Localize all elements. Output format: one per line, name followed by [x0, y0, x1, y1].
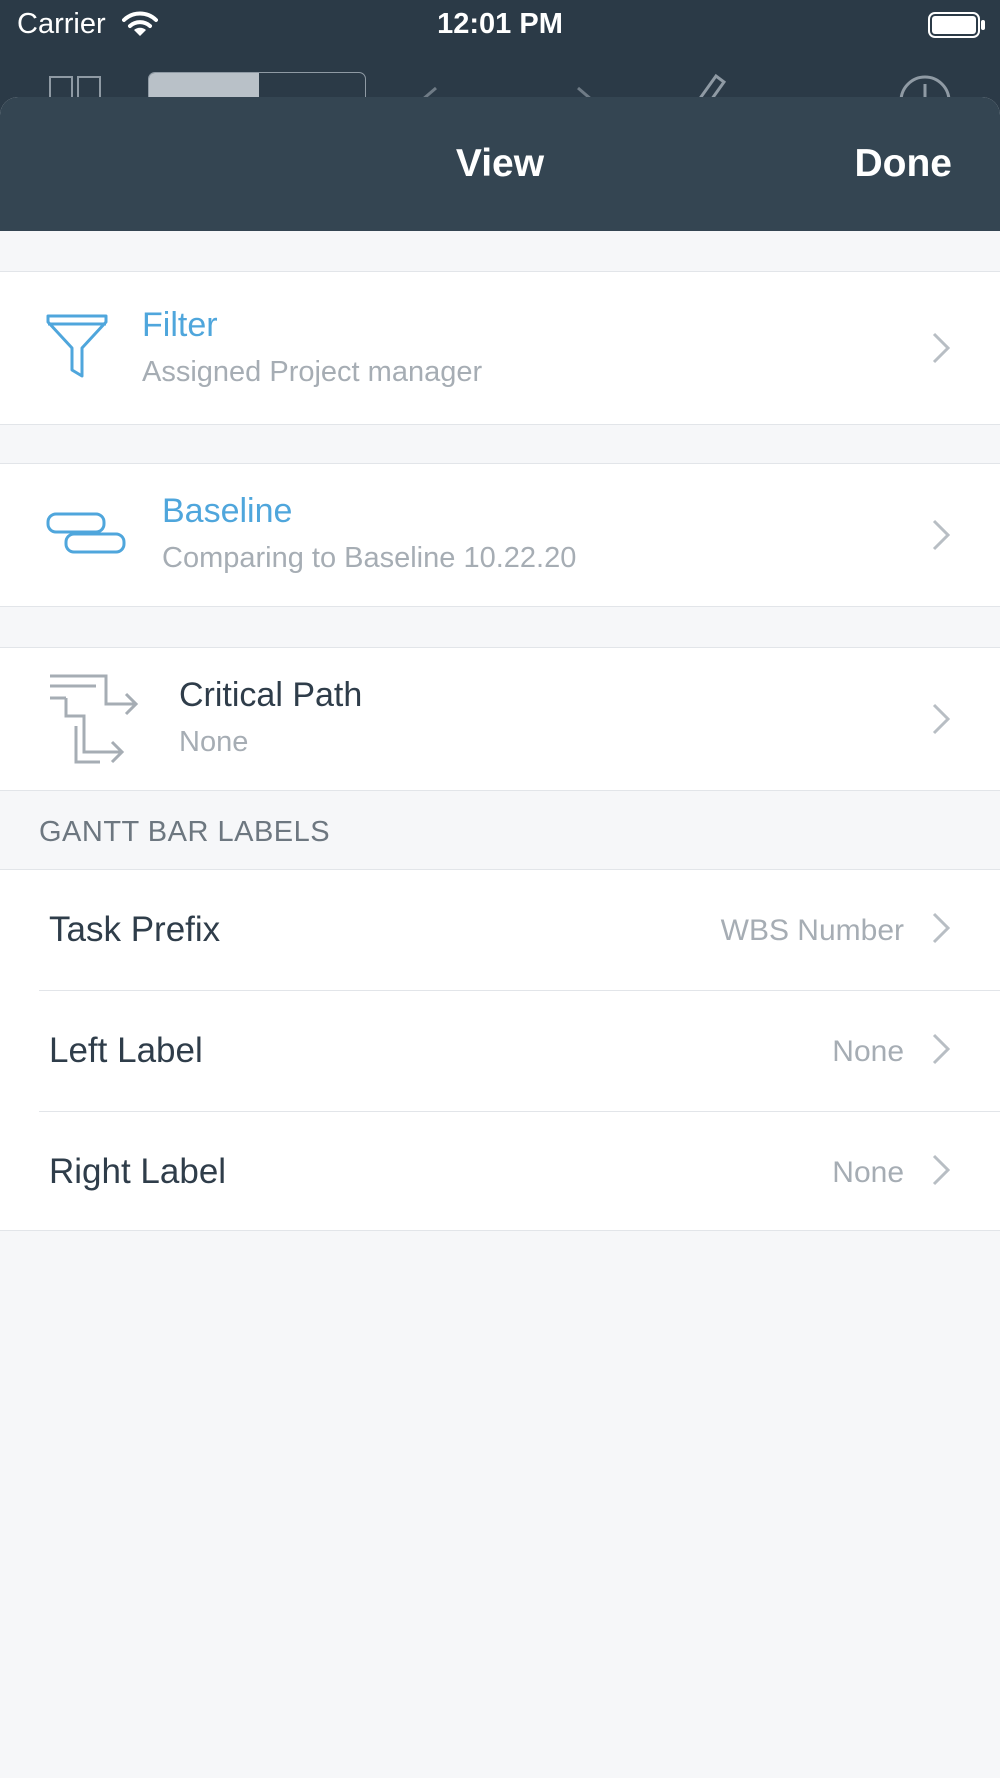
status-bar: Carrier 12:01 PM [0, 0, 1000, 50]
chevron-right-icon [932, 1154, 950, 1186]
filter-subtitle: Assigned Project manager [142, 356, 483, 388]
chevron-right-icon [932, 703, 950, 735]
left-label-value: None [832, 1035, 904, 1068]
filter-group: Filter Assigned Project manager [0, 271, 1000, 425]
chevron-right-icon [932, 519, 950, 551]
left-label-label: Left Label [49, 1031, 203, 1070]
chevron-right-icon [932, 332, 950, 364]
task-prefix-label: Task Prefix [49, 910, 221, 949]
critical-path-icon [50, 674, 139, 764]
filter-row[interactable]: Filter Assigned Project manager [0, 272, 1000, 424]
right-label-value: None [832, 1156, 904, 1189]
view-options-sheet: View Done Filter Assigned Project manage… [0, 97, 1000, 1778]
right-label-row[interactable]: Right Label None [0, 1112, 1000, 1232]
critical-path-title: Critical Path [179, 676, 363, 714]
task-prefix-row[interactable]: Task Prefix WBS Number [0, 870, 1000, 990]
sheet-title: View [455, 142, 545, 185]
critical-path-group: Critical Path None [0, 647, 1000, 791]
filter-title: Filter [142, 306, 218, 344]
baseline-bars-icon [46, 512, 126, 554]
funnel-icon [46, 314, 108, 378]
baseline-row[interactable]: Baseline Comparing to Baseline 10.22.20 [0, 464, 1000, 606]
sheet-navbar: View Done [0, 97, 1000, 231]
gantt-labels-group: Task Prefix WBS Number Left Label None R… [0, 869, 1000, 1231]
left-label-row[interactable]: Left Label None [0, 991, 1000, 1111]
critical-path-row[interactable]: Critical Path None [0, 648, 1000, 790]
chevron-right-icon [932, 1033, 950, 1065]
gantt-bar-labels-header: GANTT BAR LABELS [39, 816, 331, 848]
task-prefix-value: WBS Number [720, 914, 904, 947]
baseline-title: Baseline [162, 492, 293, 530]
pencil-icon [697, 73, 726, 100]
right-label-label: Right Label [49, 1152, 227, 1191]
baseline-subtitle: Comparing to Baseline 10.22.20 [162, 542, 577, 574]
chevron-right-icon [932, 912, 950, 944]
clock: 12:01 PM [437, 8, 563, 40]
critical-path-subtitle: None [179, 726, 249, 758]
baseline-group: Baseline Comparing to Baseline 10.22.20 [0, 463, 1000, 607]
done-button[interactable]: Done [855, 142, 953, 186]
battery-icon [928, 12, 985, 38]
